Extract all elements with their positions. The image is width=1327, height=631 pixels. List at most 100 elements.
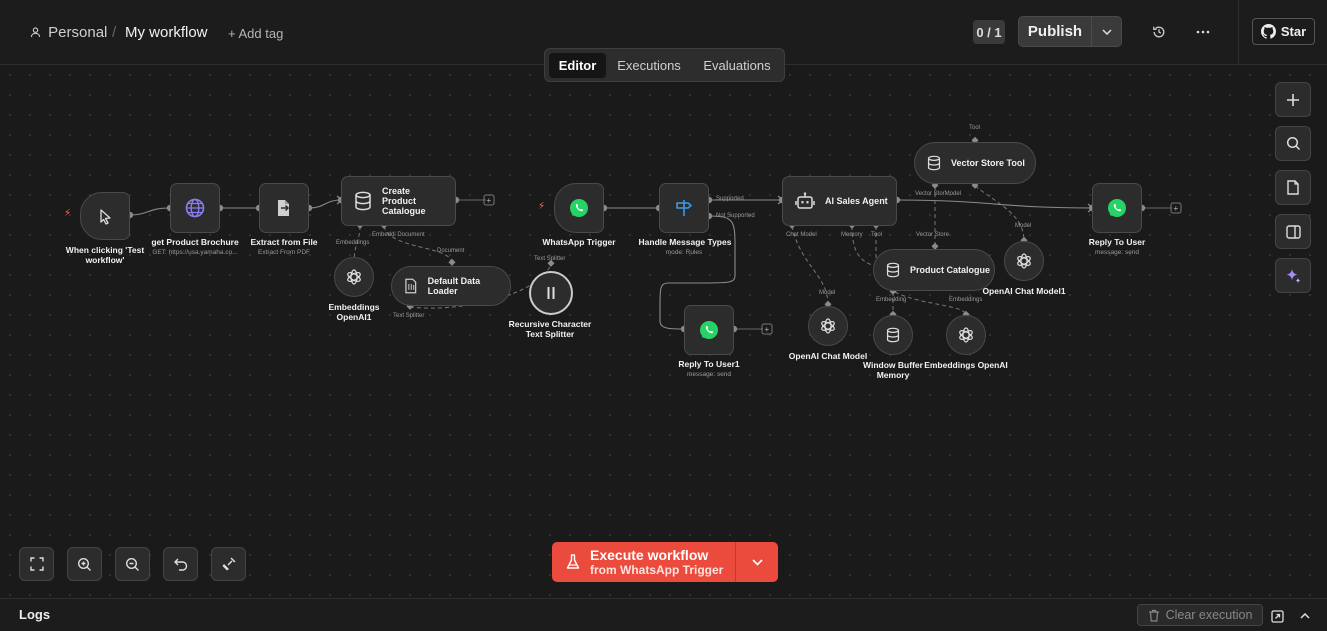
port-label: Embedding bbox=[876, 297, 907, 303]
clear-execution-button[interactable]: Clear execution bbox=[1137, 604, 1263, 626]
node-ai-sales-agent[interactable]: AI Sales Agent bbox=[782, 176, 897, 226]
port-label: Document bbox=[437, 248, 465, 254]
connection-line bbox=[974, 185, 1025, 242]
star-label: Star bbox=[1280, 24, 1307, 39]
node-extract-from-file[interactable] bbox=[259, 183, 309, 233]
node-vector-store-tool[interactable]: Vector Store Tool bbox=[914, 142, 1036, 184]
zoom-out-button[interactable] bbox=[115, 547, 150, 581]
broom-icon bbox=[222, 557, 236, 571]
project-breadcrumb[interactable]: Personal bbox=[30, 24, 107, 41]
node-embeddings-openai[interactable] bbox=[946, 315, 986, 355]
node-text-splitter[interactable] bbox=[529, 271, 573, 315]
plus-icon: + bbox=[1174, 204, 1179, 213]
undo-icon bbox=[173, 558, 187, 571]
flask-icon bbox=[566, 554, 580, 569]
connections-layer: + + + bbox=[126, 136, 1182, 335]
execute-workflow-button-group: Execute workflow from WhatsApp Trigger bbox=[552, 542, 778, 582]
node-default-data-loader[interactable]: Default Data Loader bbox=[391, 266, 511, 306]
node-port[interactable] bbox=[448, 258, 456, 266]
add-tag-button[interactable]: + Add tag bbox=[228, 26, 283, 41]
node-subtitle: message: send bbox=[686, 371, 732, 378]
zoom-in-button[interactable] bbox=[67, 547, 102, 581]
node-label: Recursive Character Text Splitter bbox=[508, 319, 592, 339]
port-label: Memory bbox=[841, 232, 863, 238]
port-label: Tool bbox=[871, 232, 883, 238]
node-manual-trigger[interactable] bbox=[80, 192, 130, 240]
trigger-bolt-icon: ⚡ bbox=[538, 201, 546, 212]
publish-dropdown-button[interactable] bbox=[1092, 17, 1121, 46]
port-label: Model bbox=[819, 290, 836, 296]
history-icon bbox=[1153, 26, 1165, 38]
port-label: Chat Model bbox=[786, 232, 817, 238]
workflow-canvas[interactable]: + + + ⚡ When clicking 'Test workflow' ge… bbox=[0, 65, 1327, 598]
publish-button[interactable]: Publish bbox=[1019, 17, 1092, 46]
history-button[interactable] bbox=[1148, 21, 1170, 43]
port-label: Embeddings bbox=[949, 297, 983, 303]
search-nodes-button[interactable] bbox=[1275, 126, 1311, 161]
node-embeddings-openai1[interactable] bbox=[334, 257, 374, 297]
node-title: AI Sales Agent bbox=[825, 196, 888, 206]
openai-icon bbox=[821, 318, 835, 334]
zoom-out-icon bbox=[125, 557, 139, 571]
port-label: Embeddi Document bbox=[372, 232, 425, 238]
view-tabs: Editor Executions Evaluations bbox=[544, 48, 785, 82]
node-label: Handle Message Types bbox=[638, 237, 732, 247]
node-create-product-catalogue[interactable]: Create Product Catalogue bbox=[341, 176, 456, 226]
trash-icon bbox=[1148, 609, 1159, 622]
popout-logs-button[interactable] bbox=[1268, 607, 1286, 625]
logs-title[interactable]: Logs bbox=[19, 607, 50, 622]
node-reply-to-user[interactable] bbox=[1092, 183, 1142, 233]
tidy-up-button[interactable] bbox=[211, 547, 246, 581]
port-label: Vector StorModel bbox=[915, 191, 962, 197]
publish-button-group: Publish bbox=[1018, 16, 1122, 47]
more-options-button[interactable] bbox=[1192, 21, 1214, 43]
chevron-down-icon bbox=[1101, 28, 1112, 35]
database-icon bbox=[927, 155, 941, 171]
port-label: Not Supported bbox=[716, 213, 755, 219]
database-icon bbox=[886, 327, 900, 343]
ai-assistant-button[interactable] bbox=[1275, 258, 1311, 293]
cursor-click-icon bbox=[100, 209, 111, 225]
github-star-button[interactable]: Star bbox=[1252, 18, 1315, 45]
whatsapp-icon bbox=[1108, 199, 1126, 217]
node-product-catalogue[interactable]: Product Catalogue bbox=[873, 249, 995, 291]
project-name: Personal bbox=[48, 24, 108, 41]
document-loader-icon bbox=[405, 278, 417, 294]
github-icon bbox=[1260, 24, 1276, 39]
zoom-to-fit-button[interactable] bbox=[19, 547, 54, 581]
node-handle-message-types[interactable] bbox=[659, 183, 709, 233]
node-openai-chat-model1[interactable] bbox=[1004, 241, 1044, 281]
plus-icon: + bbox=[487, 196, 492, 205]
node-reply-to-user1[interactable] bbox=[684, 305, 734, 355]
ellipsis-icon bbox=[1196, 30, 1210, 34]
tab-executions[interactable]: Executions bbox=[610, 53, 688, 78]
zoom-in-icon bbox=[77, 557, 91, 571]
whatsapp-icon bbox=[570, 199, 588, 217]
undo-button[interactable] bbox=[163, 547, 198, 581]
node-openai-chat-model[interactable] bbox=[808, 306, 848, 346]
tab-editor[interactable]: Editor bbox=[549, 53, 606, 78]
add-node-button[interactable] bbox=[1275, 82, 1311, 117]
port-label: Tool bbox=[969, 125, 981, 131]
expand-logs-button[interactable] bbox=[1296, 607, 1314, 625]
node-label: Embeddings OpenAI bbox=[924, 360, 1008, 370]
execute-workflow-button[interactable]: Execute workflow from WhatsApp Trigger bbox=[552, 542, 736, 582]
node-title: Create Product Catalogue bbox=[382, 186, 426, 216]
tab-evaluations[interactable]: Evaluations bbox=[695, 53, 779, 78]
node-window-buffer-memory[interactable] bbox=[873, 315, 913, 355]
node-label: When clicking 'Test workflow' bbox=[65, 245, 145, 265]
database-icon bbox=[886, 262, 900, 278]
node-get-product-brochure[interactable] bbox=[170, 183, 220, 233]
node-whatsapp-trigger[interactable] bbox=[554, 183, 604, 233]
port-label: Supported bbox=[716, 196, 744, 202]
robot-icon bbox=[795, 192, 815, 209]
openai-icon bbox=[347, 269, 361, 285]
workflow-name[interactable]: My workflow bbox=[125, 24, 208, 41]
node-label: Window Buffer Memory bbox=[863, 360, 923, 380]
sticky-note-button[interactable] bbox=[1275, 170, 1311, 205]
execute-dropdown-button[interactable] bbox=[736, 542, 778, 582]
fit-view-icon bbox=[29, 557, 44, 571]
toggle-panel-button[interactable] bbox=[1275, 214, 1311, 249]
execute-title: Execute workflow bbox=[590, 546, 709, 563]
trigger-bolt-icon: ⚡ bbox=[64, 208, 72, 219]
